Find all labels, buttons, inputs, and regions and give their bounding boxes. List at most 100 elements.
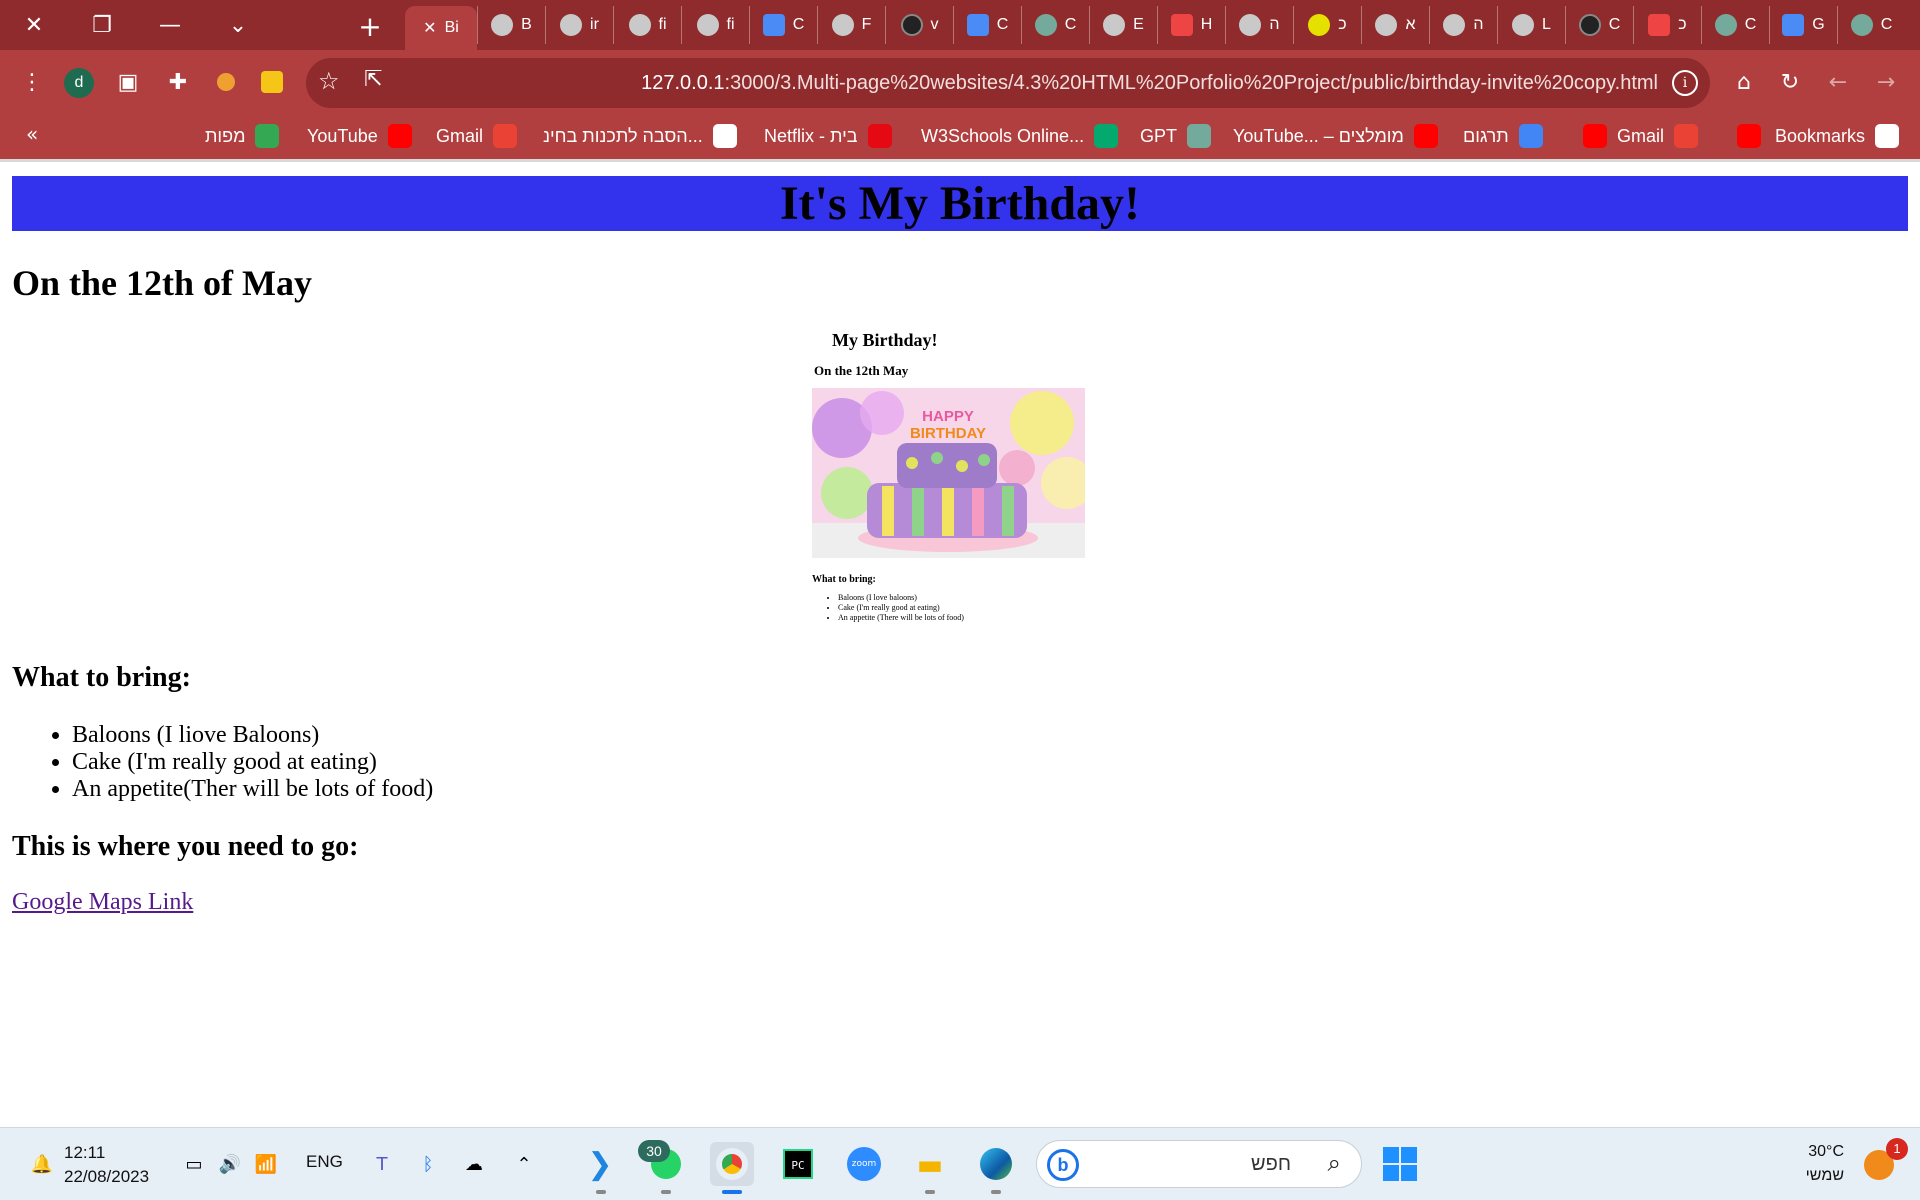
bookmark-icon	[1875, 124, 1900, 148]
tab-17[interactable]: C	[1565, 6, 1633, 44]
url-host: 127.0.0.1	[641, 72, 725, 94]
globe-icon	[696, 14, 719, 36]
edge-icon[interactable]	[974, 1142, 1018, 1186]
extension-bulb-icon[interactable]	[250, 60, 294, 104]
share-icon[interactable]: ⇱	[364, 67, 382, 92]
clock-date: 22/08/2023	[64, 1167, 150, 1186]
more-bookmarks-icon[interactable]: «	[26, 122, 38, 146]
home-icon[interactable]: ⌂	[1722, 60, 1766, 104]
address-bar[interactable]: ☆ ⇱ 127.0.0.1:3000/3.Multi-page%20websit…	[306, 58, 1710, 108]
bookmark-1[interactable]: YouTube	[307, 114, 412, 158]
back-icon[interactable]: ←	[1816, 60, 1860, 104]
tab-7[interactable]: v	[885, 6, 953, 44]
bookmark-star-icon[interactable]: ☆	[318, 67, 340, 95]
tab-label: fi	[726, 16, 735, 33]
date-heading: On the 12th of May	[12, 263, 312, 303]
preview-bring-heading: What to bring:	[812, 574, 876, 585]
site-info-icon[interactable]: i	[1672, 70, 1698, 96]
notifications-icon[interactable]: 🔔	[20, 1142, 64, 1186]
tab-2[interactable]: ir	[545, 6, 613, 44]
extension-flame-icon[interactable]	[204, 60, 248, 104]
tab-0[interactable]: ✕ Bi	[405, 6, 477, 50]
close-icon: ✕	[423, 20, 437, 37]
bing-icon[interactable]: b	[1047, 1149, 1079, 1181]
menu-icon[interactable]: ⋮	[10, 60, 54, 104]
language-indicator[interactable]: ENG	[306, 1152, 343, 1172]
bookmark-3[interactable]: הסבה לתכנות בחינ...	[543, 114, 737, 158]
bookmark-label: הסבה לתכנות בחינ...	[543, 125, 703, 146]
tab-20[interactable]: G	[1769, 6, 1837, 44]
tab-18[interactable]: כ	[1633, 6, 1701, 44]
gear-icon	[1443, 14, 1466, 36]
bookmark-0[interactable]: מפות	[205, 114, 280, 158]
tab-4[interactable]: fi	[681, 6, 749, 44]
weather-widget[interactable]: 30°C שמשי	[1806, 1140, 1844, 1188]
restore-window-button[interactable]: ❐	[68, 0, 136, 50]
close-window-button[interactable]: ✕	[0, 0, 68, 50]
forward-icon[interactable]: →	[1864, 60, 1908, 104]
bookmark-icon	[712, 124, 737, 148]
tab-6[interactable]: F	[817, 6, 885, 44]
clock[interactable]: 12:11 22/08/2023	[64, 1141, 149, 1189]
tab-1[interactable]: B	[477, 6, 545, 44]
new-tab-button[interactable]: +	[352, 8, 388, 44]
bookmark-6[interactable]: GPT	[1140, 114, 1212, 158]
bookmark-5[interactable]: W3Schools Online...	[921, 114, 1119, 158]
bookmark-label: תרגום	[1463, 125, 1509, 146]
extensions-icon[interactable]: ✚	[156, 60, 200, 104]
list-item: Baloons (I liove Baloons)	[72, 722, 433, 749]
notification-badge: 1	[1886, 1138, 1908, 1160]
bookmark-2[interactable]: Gmail	[436, 114, 518, 158]
bookmark-12[interactable]: Bookmarks	[1775, 114, 1900, 158]
tab-11[interactable]: H	[1157, 6, 1225, 44]
gmail-icon	[1648, 14, 1671, 36]
bookmark-icon	[867, 124, 892, 148]
zoom-icon[interactable]: zoom	[842, 1142, 886, 1186]
wifi-icon[interactable]: 📶	[244, 1142, 288, 1186]
google-maps-link[interactable]: Google Maps Link	[12, 889, 193, 916]
start-icon[interactable]	[1378, 1142, 1422, 1186]
clock-time: 12:11	[64, 1143, 106, 1162]
url-text[interactable]: 127.0.0.1:3000/3.Multi-page%20websites/4…	[641, 58, 1658, 108]
taskbar-search[interactable]: b חפש ⌕	[1036, 1140, 1362, 1188]
tab-9[interactable]: C	[1021, 6, 1089, 44]
chrome-icon[interactable]	[710, 1142, 754, 1186]
sidebar-icon[interactable]: ▣	[106, 60, 150, 104]
tab-21[interactable]: C	[1837, 6, 1905, 44]
bookmark-4[interactable]: Netflix - בית	[764, 114, 892, 158]
tab-3[interactable]: fi	[613, 6, 681, 44]
bookmark-8[interactable]: תרגום	[1463, 114, 1543, 158]
tab-12[interactable]: ה	[1225, 6, 1293, 44]
tab-search-button[interactable]: ⌄	[204, 0, 272, 50]
tab-5[interactable]: C	[749, 6, 817, 44]
bookmark-7[interactable]: YouTube... – מומלצים	[1233, 114, 1438, 158]
tab-label: C	[996, 16, 1009, 33]
bookmark-10[interactable]: Gmail	[1617, 114, 1699, 158]
list-icon	[1239, 14, 1262, 36]
tab-14[interactable]: א	[1361, 6, 1429, 44]
chevron-up-icon[interactable]: ⌃	[502, 1142, 546, 1186]
minimize-window-button[interactable]: —	[136, 0, 204, 50]
tab-19[interactable]: C	[1701, 6, 1769, 44]
tab-10[interactable]: E	[1089, 6, 1157, 44]
tab-13[interactable]: כ	[1293, 6, 1361, 44]
file-explorer-icon[interactable]: ▬	[908, 1142, 952, 1186]
reload-icon[interactable]: ↻	[1768, 60, 1812, 104]
tab-8[interactable]: C	[953, 6, 1021, 44]
pycharm-icon[interactable]: PC	[776, 1142, 820, 1186]
chatgpt-icon	[1850, 14, 1873, 36]
onedrive-icon[interactable]: ☁	[452, 1142, 496, 1186]
avatar[interactable]: d	[64, 68, 94, 98]
teams-icon[interactable]: T	[360, 1142, 404, 1186]
bookmark-icon	[1583, 124, 1607, 148]
list-item: Cake (I'm really good at eating)	[72, 749, 433, 776]
bluetooth-icon[interactable]: ᛒ	[406, 1142, 450, 1186]
bookmark-9[interactable]	[1573, 114, 1607, 158]
tab-15[interactable]: ה	[1429, 6, 1497, 44]
tab-16[interactable]: L	[1497, 6, 1565, 44]
bookmark-label: YouTube... – מומלצים	[1233, 125, 1404, 146]
vscode-icon[interactable]: ❯	[578, 1142, 622, 1186]
bookmark-11[interactable]	[1727, 114, 1761, 158]
birthday-cake-image: HAPPY BIRTHDAY	[812, 388, 1085, 558]
bring-list: Baloons (I liove Baloons)Cake (I'm reall…	[72, 722, 433, 803]
